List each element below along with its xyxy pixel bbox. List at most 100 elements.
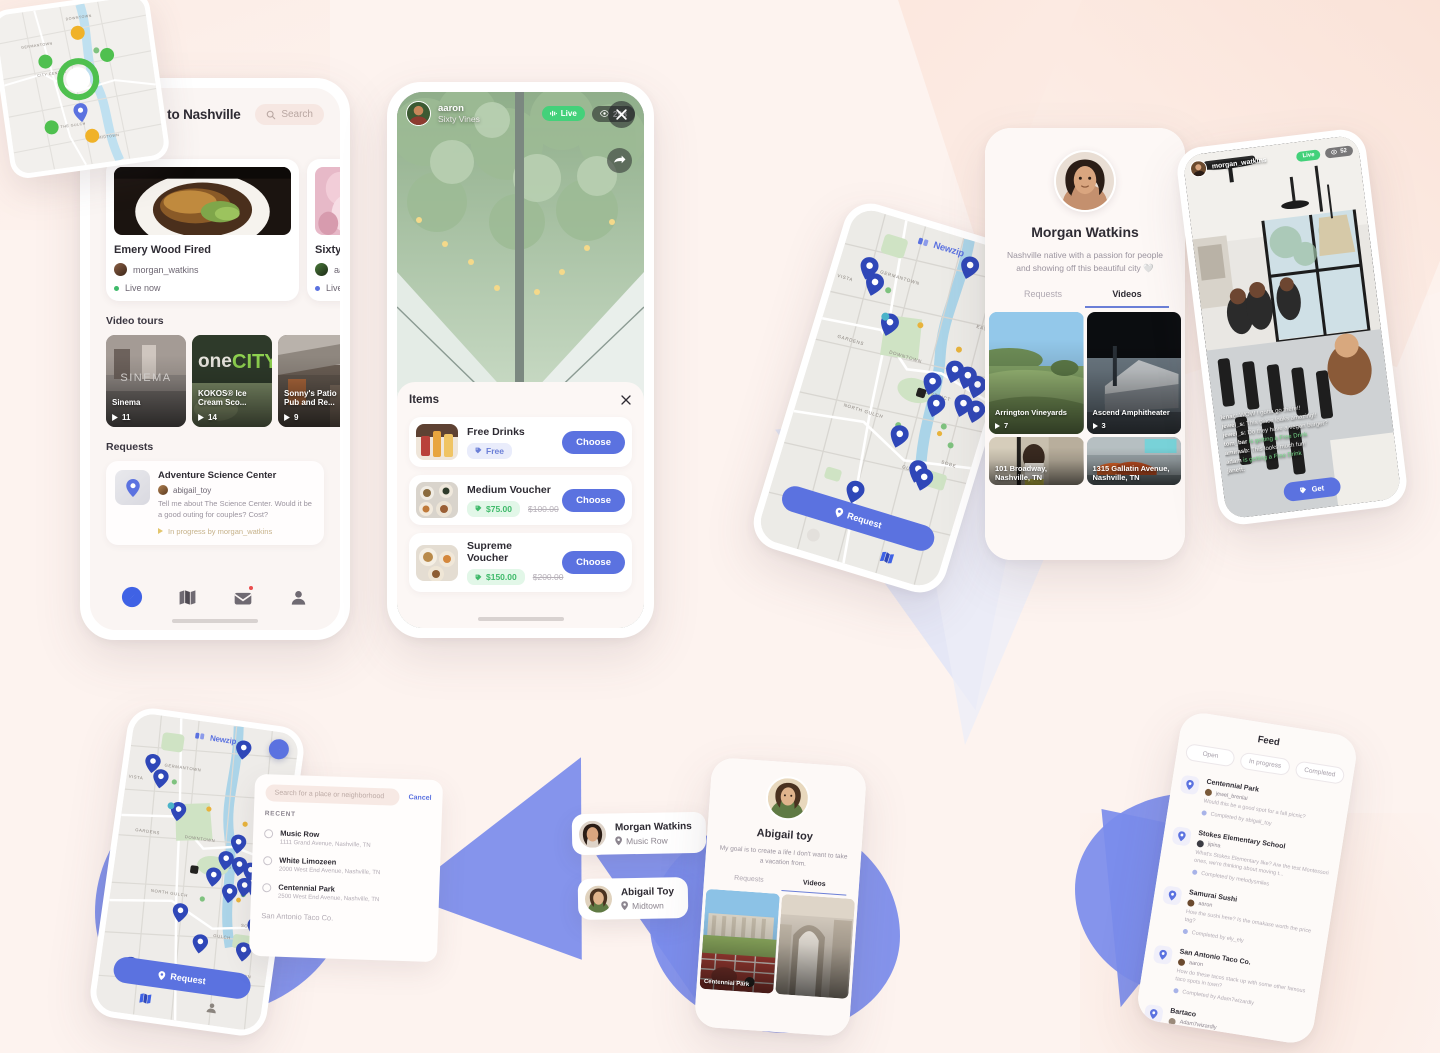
video-play-count: 7 [995, 421, 1008, 430]
live-tours-carousel[interactable]: Emery Wood Fired morgan_watkins Live now [106, 159, 340, 301]
profile-video-card[interactable]: Arrington Vineyards 7 [989, 312, 1084, 435]
live-tour-card[interactable]: Emery Wood Fired morgan_watkins Live now [106, 159, 299, 301]
avatar[interactable] [763, 774, 811, 822]
map-icon[interactable] [878, 549, 895, 566]
tab-requests[interactable]: Requests [1001, 289, 1085, 308]
place-address: 2500 West End Avenue, Nashville, TN [277, 893, 380, 904]
close-items-icon[interactable] [620, 394, 632, 406]
status-dot [114, 285, 119, 291]
sidebar-item-inbox[interactable] [231, 585, 255, 609]
request-card[interactable]: Adventure Science Center abigail_toy Tel… [106, 461, 324, 545]
phone-profile-morgan: Morgan Watkins Nashville native with a p… [985, 128, 1185, 560]
video-play-count: 11 [112, 413, 130, 422]
search-input[interactable]: Search [255, 104, 324, 125]
live-tour-card[interactable]: Sixty Vines aaron Live in 2h [307, 159, 340, 301]
profile-video-card[interactable]: 101 Broadway, Nashville, TN [989, 437, 1084, 486]
live-tour-status: Live in 2h [315, 283, 340, 293]
live-label: Live [560, 109, 577, 118]
section-video-tours: Video tours [106, 315, 164, 327]
live-tour-username: aaron [334, 264, 340, 275]
map-pin-icon [1152, 944, 1174, 965]
original-price: $200.00 [532, 572, 564, 582]
sidebar-item-map[interactable] [175, 585, 199, 609]
live-stream-header: aaron Sixty Vines Live 298 [406, 101, 635, 126]
search-placeholder: Search [281, 109, 313, 120]
video-tour-card[interactable]: SINEMA Sinema 11 [106, 335, 186, 427]
progress-icon [158, 528, 163, 535]
tab-videos[interactable]: Videos [1085, 289, 1169, 309]
compass-icon[interactable] [804, 526, 821, 543]
video-tours-row[interactable]: SINEMA Sinema 11 one [106, 335, 340, 427]
profile-header: Abigail toy My goal is to create a life … [704, 757, 868, 897]
profile-tabs[interactable]: Requests Videos [1001, 289, 1169, 309]
choose-button[interactable]: Choose [562, 488, 625, 512]
status-dot [1182, 928, 1189, 935]
avatar[interactable] [406, 101, 431, 126]
home-indicator [477, 617, 564, 621]
item-thumbnail [416, 482, 458, 518]
cancel-button[interactable]: Cancel [408, 794, 431, 802]
play-icon [284, 414, 290, 421]
profile-video-grid[interactable]: Centennial Park [696, 886, 858, 1000]
profile-video-grid[interactable]: Arrington Vineyards 7 Ascend Amphitheate… [985, 308, 1185, 486]
item-name: Supreme Voucher [467, 540, 512, 564]
item-name: Free Drinks [467, 425, 525, 438]
live-tour-name: Sixty Vines [315, 244, 340, 256]
profile-bio: Nashville native with a passion for peop… [1007, 250, 1163, 274]
close-button[interactable] [608, 101, 635, 128]
eye-icon [1331, 149, 1338, 155]
clock-icon [262, 883, 272, 893]
avatar[interactable] [1054, 150, 1116, 212]
choose-button[interactable]: Choose [562, 551, 625, 574]
profile-video-card[interactable]: Ascend Amphitheater 3 [1086, 312, 1181, 435]
avatar [584, 885, 613, 913]
video-name: 1315 Gallatin Avenue, Nashville, TN [1092, 464, 1170, 483]
status-label: Live in 2h [326, 283, 340, 293]
map-icon[interactable] [138, 991, 153, 1006]
profile-name: Abigail toy [756, 827, 814, 844]
video-tour-name: KOKOS® Ice Cream Sco... [198, 388, 247, 408]
price-tag: Free [467, 442, 512, 459]
profile-name: Morgan Watkins [1031, 224, 1139, 240]
recent-label: RECENT [264, 810, 296, 819]
item-row[interactable]: Free Drinks Free Choose [409, 417, 632, 467]
share-button[interactable] [607, 148, 632, 173]
guide-chip[interactable]: Morgan Watkins Music Row [571, 811, 707, 856]
choose-button[interactable]: Choose [562, 430, 625, 454]
item-row[interactable]: Supreme Voucher $150.00 $200.00 Choose [409, 533, 632, 592]
video-play-count: 14 [198, 413, 217, 422]
sidebar-item-explore[interactable] [120, 585, 144, 609]
compass-icon [121, 586, 142, 608]
item-row[interactable]: Medium Voucher $75.00 $100.00 Choose [409, 475, 632, 525]
play-icon [1092, 422, 1098, 429]
profile-bio: My goal is to create a life I don't want… [719, 844, 848, 868]
profile-video-card[interactable] [774, 894, 856, 1000]
map-pin-icon [615, 836, 622, 846]
phone-map-small: GERMANTOWN CITY CENTER DOWNTOWN THE GULCH … [0, 0, 172, 181]
tag-icon [475, 505, 482, 512]
avatar [1204, 788, 1213, 797]
live-stream-username: aaron [438, 102, 464, 114]
live-tour-thumbnail [315, 167, 340, 235]
profile-video-card[interactable]: 1315 Gallatin Avenue, Nashville, TN [1086, 437, 1181, 486]
item-name: Medium Voucher [467, 483, 551, 496]
guide-chip[interactable]: Abigail Toy Midtown [577, 877, 689, 920]
map-icon [179, 589, 196, 605]
play-icon [198, 414, 204, 421]
map-pin-icon [158, 970, 166, 980]
profile-video-card[interactable]: Centennial Park [699, 888, 780, 994]
compass-icon [276, 747, 282, 751]
video-tour-name: Sonny's Patio Pub and Re... [284, 388, 337, 408]
person-icon[interactable] [204, 1000, 219, 1015]
map-canvas[interactable]: GERMANTOWNCITY CENTER DOWNTOWNTHE GULCH … [0, 0, 166, 175]
clock-icon [263, 856, 273, 866]
search-input[interactable]: Search for a place or neighborhood [265, 784, 400, 806]
avatar [315, 263, 328, 276]
request-username: abigail_toy [173, 485, 212, 495]
status-badge: Live [1295, 148, 1322, 162]
sidebar-item-profile[interactable] [286, 585, 310, 609]
avatar[interactable] [1189, 159, 1208, 179]
video-tour-card[interactable]: Sonny's Patio Pub and Re... 9 [278, 335, 340, 427]
video-tour-card[interactable]: one CITY KOKOS® Ice Cream Sco... 14 [192, 335, 272, 427]
avatar [1177, 958, 1186, 967]
